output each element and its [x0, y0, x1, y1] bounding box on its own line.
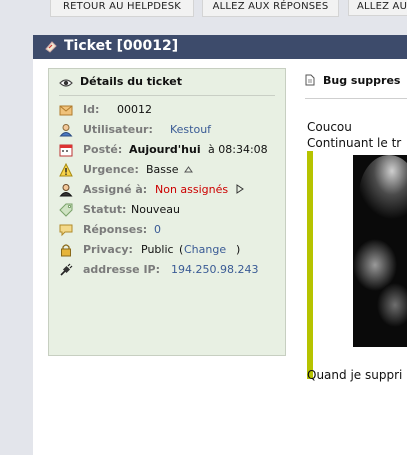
- eye-icon: [59, 79, 73, 87]
- ticket-details-box: Détails du ticket Id: 00012 Utilisateur:…: [48, 68, 286, 356]
- message-line-2: Continuant le tr: [307, 136, 402, 150]
- urgency-value: Basse: [146, 163, 179, 176]
- calendar-icon: [59, 144, 73, 157]
- replies-label: Réponses:: [83, 223, 148, 236]
- tag-icon: [59, 203, 73, 217]
- ticket-title-bar: Ticket [00012]: [33, 35, 407, 59]
- urgency-label: Urgence:: [83, 163, 139, 176]
- privacy-value: Public: [141, 243, 174, 256]
- posted-time: à 08:34:08: [208, 143, 268, 156]
- ip-value: 194.250.98.243: [171, 263, 259, 276]
- id-label: Id:: [83, 103, 100, 116]
- message-subject: Bug suppres: [323, 74, 401, 87]
- back-to-helpdesk-button[interactable]: RETOUR AU HELPDESK: [50, 0, 194, 17]
- privacy-open-paren: (: [179, 243, 184, 256]
- privacy-change-link[interactable]: Change: [184, 243, 226, 256]
- message-image: [353, 155, 407, 347]
- up-arrow-icon[interactable]: [184, 166, 193, 173]
- speech-bubble-icon: [59, 224, 73, 237]
- ticket-title: Ticket [00012]: [64, 38, 179, 54]
- user-link[interactable]: Kestouf: [170, 123, 211, 136]
- assigned-label: Assigné à:: [83, 183, 148, 196]
- lock-icon: [61, 244, 71, 257]
- top-nav: RETOUR AU HELPDESK ALLEZ AUX RÉPONSES AL…: [0, 0, 407, 18]
- plug-icon: [60, 263, 73, 276]
- message-line-1: Coucou: [307, 120, 352, 134]
- subject-divider: [305, 98, 407, 99]
- message-line-3: Quand je suppri: [307, 368, 403, 382]
- replies-link[interactable]: 0: [154, 223, 161, 236]
- message-subject-row: Bug suppres: [305, 74, 400, 87]
- assign-user-icon: [59, 184, 73, 197]
- document-icon: [305, 74, 315, 86]
- ip-label: addresse IP:: [83, 263, 160, 276]
- privacy-label: Privacy:: [83, 243, 133, 256]
- id-value: 00012: [117, 103, 152, 116]
- envelope-icon: [59, 105, 73, 116]
- details-title: Détails du ticket: [80, 75, 183, 88]
- posted-day: Aujourd'hui: [129, 143, 201, 156]
- ticket-icon: [45, 41, 57, 53]
- quote-bar: [307, 151, 313, 379]
- warning-icon: [59, 163, 73, 177]
- privacy-close-paren: ): [236, 243, 241, 256]
- assigned-value: Non assignés: [155, 183, 229, 196]
- user-label: Utilisateur:: [83, 123, 153, 136]
- go-to-button[interactable]: ALLEZ AU: [348, 0, 407, 16]
- photo-image: [353, 155, 407, 347]
- details-header: Détails du ticket: [59, 73, 275, 96]
- user-icon: [59, 124, 73, 137]
- posted-label: Posté:: [83, 143, 123, 156]
- go-to-replies-button[interactable]: ALLEZ AUX RÉPONSES: [202, 0, 339, 17]
- right-triangle-icon[interactable]: [236, 184, 244, 194]
- status-label: Statut:: [83, 203, 127, 216]
- status-value: Nouveau: [131, 203, 180, 216]
